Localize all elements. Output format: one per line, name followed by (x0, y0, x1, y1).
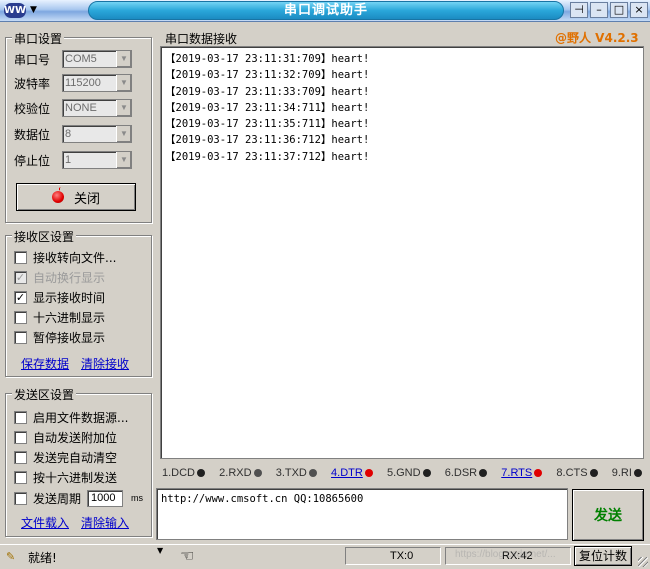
checkbox-box[interactable] (14, 491, 27, 505)
led-icon (422, 469, 431, 477)
signal-rts[interactable]: 7.RTS (501, 467, 543, 479)
hex-display-checkbox[interactable]: 十六进制显示 (14, 308, 105, 326)
app-logo-icon[interactable]: WW (4, 3, 26, 18)
receive-textarea[interactable]: 【2019-03-17 23:11:31:709】heart! 【2019-03… (160, 46, 644, 459)
checkbox-box[interactable] (14, 310, 27, 324)
auto-clear-checkbox[interactable]: 发送完自动清空 (14, 448, 117, 466)
led-icon (364, 469, 373, 477)
port-select[interactable]: COM5 ▼ (62, 50, 132, 68)
parity-select[interactable]: NONE ▼ (62, 99, 132, 117)
databits-label: 数据位 (14, 127, 51, 142)
send-button[interactable]: 发送 (572, 489, 644, 541)
checkbox-box[interactable] (14, 430, 27, 444)
port-status-icon (51, 191, 64, 203)
receive-line: 【2019-03-17 23:11:33:709】heart! (165, 85, 370, 98)
signal-dtr[interactable]: 4.DTR (331, 467, 373, 479)
ready-icon: ✎ (6, 550, 16, 563)
close-port-label: 关闭 (73, 191, 100, 207)
window-title: 串口调试助手 (88, 1, 564, 20)
chevron-down-icon[interactable]: ▼ (116, 75, 131, 91)
close-port-button[interactable]: 关闭 (16, 183, 136, 211)
port-label: 串口号 (14, 52, 51, 67)
signal-rxd: 2.RXD (219, 467, 262, 479)
checkmark-icon[interactable]: ✓ (14, 270, 27, 284)
receive-line: 【2019-03-17 23:11:32:709】heart! (165, 69, 370, 82)
status-bar: ✎ 就绪! ▼ ☜ TX:0 RX:42 https://blog.csdn.n… (0, 544, 650, 569)
baud-select[interactable]: 115200 ▼ (62, 74, 132, 92)
hand-pointer-icon[interactable]: ☜ (180, 546, 194, 565)
chevron-down-icon[interactable]: ▼ (116, 126, 131, 142)
maximize-button[interactable]: □ (610, 2, 628, 18)
send-period-input[interactable]: 1000 (87, 489, 124, 507)
title-bar: WW ▼ 串口调试助手 ⊣ – □ × (0, 0, 650, 22)
signal-dcd: 1.DCD (162, 467, 206, 479)
receive-line: 【2019-03-17 23:11:36:712】heart! (165, 134, 370, 147)
led-icon (308, 469, 317, 477)
send-textarea[interactable]: http://www.cmsoft.cn QQ:10865600 (156, 488, 568, 540)
load-file-link[interactable]: 文件载入 (21, 514, 69, 531)
signal-bar: 1.DCD 2.RXD 3.TXD 4.DTR 5.GND 6.DSR 7.RT… (160, 463, 644, 483)
baud-label: 波特率 (14, 76, 51, 91)
close-window-button[interactable]: × (630, 2, 648, 18)
chevron-down-icon[interactable]: ▼ (116, 100, 131, 116)
signal-txd: 3.TXD (276, 467, 317, 479)
checkbox-box[interactable] (14, 250, 27, 264)
databits-select[interactable]: 8 ▼ (62, 125, 132, 143)
resize-grip-icon[interactable] (638, 557, 648, 567)
pin-button[interactable]: ⊣ (570, 2, 588, 18)
signal-gnd: 5.GND (387, 467, 431, 479)
stopbits-select[interactable]: 1 ▼ (62, 151, 132, 169)
reset-count-button[interactable]: 复位计数 (574, 546, 632, 566)
tx-counter: TX:0 (345, 547, 441, 565)
clear-recv-link[interactable]: 清除接收 (81, 355, 129, 372)
signal-ri: 9.RI (612, 467, 642, 479)
checkmark-icon[interactable]: ✓ (14, 290, 27, 304)
send-period-checkbox[interactable]: 发送周期 1000 ms (14, 489, 143, 507)
system-menu-arrow-icon[interactable]: ▼ (30, 2, 44, 18)
checkbox-box[interactable] (14, 410, 27, 424)
led-icon (534, 469, 543, 477)
send-settings-title: 发送区设置 (12, 386, 77, 403)
version-label: @野人 V4.2.3 (555, 31, 639, 45)
stopbits-label: 停止位 (14, 153, 51, 168)
clear-input-link[interactable]: 清除输入 (81, 514, 129, 531)
led-icon (479, 469, 488, 477)
recv-to-file-checkbox[interactable]: 接收转向文件... (14, 248, 116, 266)
led-icon (589, 469, 598, 477)
minimize-button[interactable]: – (590, 2, 608, 18)
serial-settings-title: 串口设置 (12, 30, 65, 47)
append-bit-checkbox[interactable]: 自动发送附加位 (14, 428, 117, 446)
receive-line: 【2019-03-17 23:11:37:712】heart! (165, 150, 370, 163)
watermark: https://blog.csdn.net/... (455, 549, 556, 560)
file-source-checkbox[interactable]: 启用文件数据源... (14, 408, 128, 426)
status-text: 就绪! (28, 551, 57, 565)
signal-cts: 8.CTS (556, 467, 598, 479)
period-unit: ms (131, 493, 144, 503)
receive-line: 【2019-03-17 23:11:31:709】heart! (165, 53, 370, 65)
led-icon (197, 469, 206, 477)
chevron-down-icon[interactable]: ▼ (116, 152, 131, 168)
checkbox-box[interactable] (14, 470, 27, 484)
signal-dsr: 6.DSR (445, 467, 488, 479)
parity-label: 校验位 (14, 101, 51, 116)
recv-settings-title: 接收区设置 (12, 228, 77, 245)
led-icon (633, 469, 642, 477)
receive-line: 【2019-03-17 23:11:35:711】heart! (165, 118, 370, 131)
receive-title: 串口数据接收 (165, 32, 238, 46)
chevron-down-icon[interactable]: ▼ (116, 51, 131, 67)
checkbox-box[interactable] (14, 330, 27, 344)
save-data-link[interactable]: 保存数据 (21, 355, 69, 372)
show-time-checkbox[interactable]: ✓ 显示接收时间 (14, 288, 105, 306)
dropdown-arrow-icon[interactable]: ▼ (157, 546, 163, 555)
led-icon (253, 469, 262, 477)
pause-display-checkbox[interactable]: 暂停接收显示 (14, 328, 105, 346)
receive-line: 【2019-03-17 23:11:34:711】heart! (165, 101, 370, 114)
auto-wrap-checkbox[interactable]: ✓ 自动换行显示 (14, 268, 105, 286)
checkbox-box[interactable] (14, 450, 27, 464)
hex-send-checkbox[interactable]: 按十六进制发送 (14, 468, 117, 486)
